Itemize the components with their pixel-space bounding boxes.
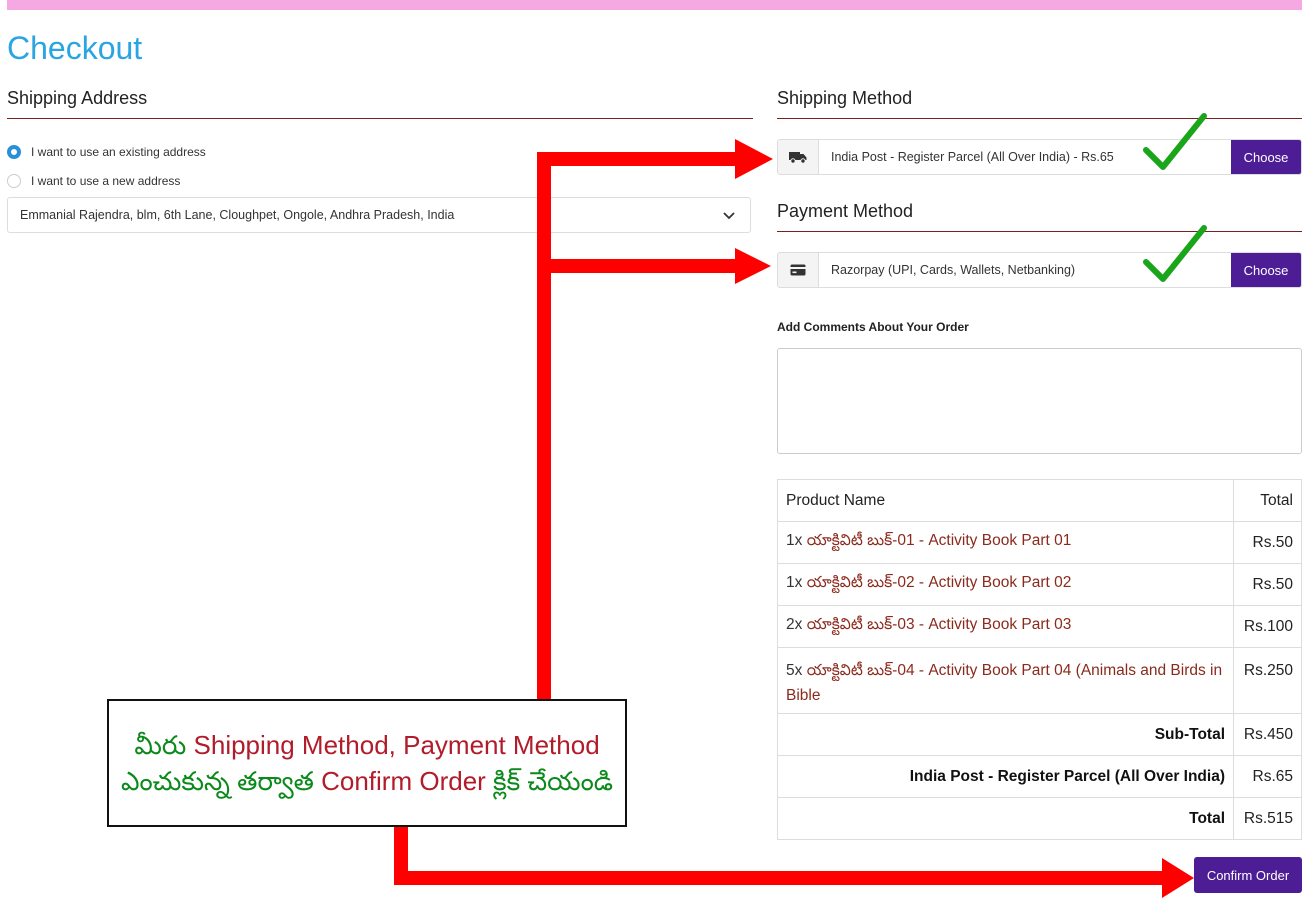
- shipping-method-row[interactable]: India Post - Register Parcel (All Over I…: [777, 139, 1302, 175]
- annotation-arrow-shaft-top: [537, 152, 737, 166]
- shipping-method-title: Shipping Method: [777, 88, 913, 108]
- payment-method-value: Razorpay (UPI, Cards, Wallets, Netbankin…: [831, 263, 1076, 277]
- choose-shipping-button[interactable]: Choose: [1231, 140, 1301, 174]
- truck-icon: [778, 140, 819, 174]
- annotation-arrow-vertical: [537, 152, 551, 708]
- annotation-arrow-shaft-middle: [537, 259, 737, 273]
- table-header-row: Product Name Total: [777, 479, 1302, 522]
- table-row: 2x యాక్టివిటీ బుక్-03 - Activity Book Pa…: [777, 605, 1302, 648]
- address-select[interactable]: Emmanial Rajendra, blm, 6th Lane, Clough…: [7, 197, 751, 233]
- total-value: Rs.515: [1233, 797, 1302, 840]
- product-link[interactable]: యాక్టివిటీ బుక్-01 - Activity Book Part …: [807, 532, 1072, 549]
- total-label: Total: [777, 797, 1234, 840]
- item-qty: 1x: [786, 574, 803, 591]
- divider: [777, 118, 1302, 119]
- comments-label: Add Comments About Your Order: [777, 320, 969, 334]
- item-total: Rs.250: [1233, 647, 1302, 714]
- confirm-order-button[interactable]: Confirm Order: [1194, 857, 1302, 893]
- item-total: Rs.50: [1233, 521, 1302, 564]
- new-address-label: I want to use a new address: [31, 174, 181, 188]
- total-row: Total Rs.515: [777, 797, 1302, 840]
- annotation-line-1: మీరు Shipping Method, Payment Method: [134, 730, 600, 760]
- item-total: Rs.100: [1233, 605, 1302, 648]
- product-link[interactable]: యాక్టివిటీ బుక్-03 - Activity Book Part …: [807, 616, 1072, 633]
- top-accent-bar: [7, 0, 1302, 10]
- radio-selected[interactable]: [7, 145, 21, 159]
- product-link[interactable]: యాక్టివిటీ బుక్-04 - Activity Book Part …: [786, 662, 1222, 704]
- table-row: 1x యాక్టివిటీ బుక్-02 - Activity Book Pa…: [777, 563, 1302, 606]
- chevron-down-icon: [723, 212, 735, 220]
- payment-method-title: Payment Method: [777, 201, 914, 221]
- table-row: 1x యాక్టివిటీ బుక్-01 - Activity Book Pa…: [777, 521, 1302, 564]
- annotation-arrowhead-top: [735, 139, 773, 179]
- annotation-note: మీరు Shipping Method, Payment Method ఎంచ…: [107, 699, 627, 827]
- product-link[interactable]: యాక్టివిటీ బుక్-02 - Activity Book Part …: [807, 574, 1072, 591]
- divider: [7, 118, 753, 119]
- page-title: Checkout: [7, 30, 143, 66]
- comments-textarea[interactable]: [777, 348, 1302, 454]
- existing-address-label: I want to use an existing address: [31, 145, 206, 159]
- item-qty: 2x: [786, 616, 803, 633]
- divider: [777, 231, 1302, 232]
- address-select-value: Emmanial Rajendra, blm, 6th Lane, Clough…: [20, 208, 455, 222]
- item-total: Rs.50: [1233, 563, 1302, 606]
- annotation-arrowhead-bottom: [1162, 858, 1194, 898]
- product-name-header: Product Name: [777, 479, 1234, 522]
- total-header: Total: [1233, 479, 1302, 522]
- credit-card-icon: [778, 253, 819, 287]
- payment-method-row[interactable]: Razorpay (UPI, Cards, Wallets, Netbankin…: [777, 252, 1302, 288]
- annotation-line-2: ఎంచుకున్న తర్వాత Confirm Order క్లిక్ చే…: [120, 766, 614, 796]
- shipping-address-title: Shipping Address: [7, 88, 148, 108]
- radio-unselected[interactable]: [7, 174, 21, 188]
- item-qty: 5x: [786, 662, 803, 679]
- shipping-method-value: India Post - Register Parcel (All Over I…: [831, 150, 1114, 164]
- item-qty: 1x: [786, 532, 803, 549]
- shipping-label: India Post - Register Parcel (All Over I…: [777, 755, 1234, 798]
- shipping-value: Rs.65: [1233, 755, 1302, 798]
- table-row: 5x యాక్టివిటీ బుక్-04 - Activity Book Pa…: [777, 647, 1302, 714]
- subtotal-label: Sub-Total: [777, 713, 1234, 756]
- annotation-arrowhead-middle: [735, 248, 771, 284]
- order-summary-table: Product Name Total 1x యాక్టివిటీ బుక్-01…: [777, 479, 1302, 840]
- existing-address-option[interactable]: I want to use an existing address: [7, 145, 206, 159]
- annotation-arrow-shaft-bottom: [394, 871, 1164, 885]
- new-address-option[interactable]: I want to use a new address: [7, 174, 180, 188]
- subtotal-value: Rs.450: [1233, 713, 1302, 756]
- shipping-row: India Post - Register Parcel (All Over I…: [777, 755, 1302, 798]
- subtotal-row: Sub-Total Rs.450: [777, 713, 1302, 756]
- choose-payment-button[interactable]: Choose: [1231, 253, 1301, 287]
